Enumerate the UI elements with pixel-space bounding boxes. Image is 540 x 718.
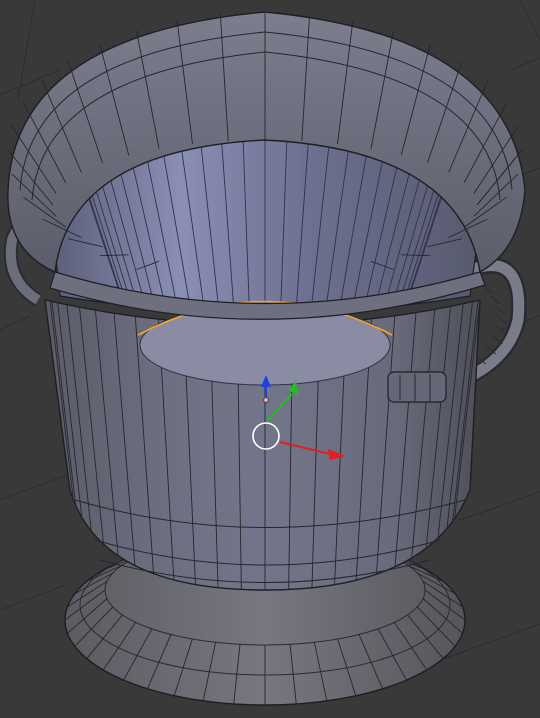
- mesh-edge: [494, 305, 506, 315]
- object-origin-icon: [263, 397, 269, 403]
- 3d-viewport[interactable]: [0, 0, 540, 718]
- mesh-edge: [490, 295, 501, 305]
- viewport-canvas[interactable]: [0, 0, 540, 718]
- mesh-edge: [496, 315, 508, 325]
- mesh-edge: [483, 285, 494, 295]
- mesh-edge: [496, 325, 507, 335]
